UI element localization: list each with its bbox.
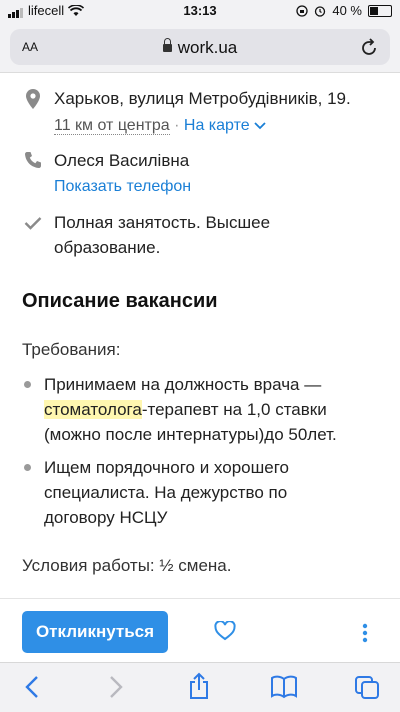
- battery-icon: [368, 4, 392, 17]
- list-item: Ищем порядочного и хорошего специалиста.…: [22, 455, 382, 530]
- checkmark-icon: [24, 217, 42, 230]
- bookmarks-icon[interactable]: [270, 675, 298, 699]
- browser-toolbar: [0, 662, 400, 712]
- status-bar: lifecell 13:13 40 %: [0, 0, 400, 22]
- work-conditions-text: Условия работы: ½ смена.: [22, 556, 232, 575]
- phone-icon: [25, 152, 41, 168]
- heart-icon[interactable]: [214, 621, 236, 641]
- address-text: Харьков, вулиця Метробудівників, 19.: [54, 89, 351, 108]
- location-pin-icon: [26, 89, 40, 109]
- distance-text: 11 км от центра: [54, 117, 170, 135]
- action-bar: Откликнуться: [0, 598, 400, 663]
- battery-percent: 40 %: [332, 3, 362, 18]
- employment-line-2: образование.: [54, 238, 161, 257]
- requirements-list: Принимаем на должность врача — стоматоло…: [22, 372, 382, 538]
- browser-address-area: AA work.ua: [0, 22, 400, 73]
- show-phone-link[interactable]: Показать телефон: [54, 174, 191, 199]
- reload-icon[interactable]: [360, 37, 378, 57]
- requirements-label: Требования:: [22, 340, 121, 359]
- tabs-icon[interactable]: [354, 675, 380, 699]
- alarm-icon: [315, 5, 326, 17]
- description-heading: Описание вакансии: [22, 290, 218, 312]
- address-bar[interactable]: AA work.ua: [10, 29, 390, 65]
- map-link[interactable]: На карте: [184, 117, 250, 134]
- lock-icon: [162, 38, 172, 52]
- employment-line-1: Полная занятость. Высшее: [54, 213, 271, 232]
- url-domain: work.ua: [177, 38, 238, 57]
- chevron-down-icon[interactable]: [254, 122, 266, 130]
- list-item: Принимаем на должность врача — стоматоло…: [22, 372, 382, 447]
- apply-button[interactable]: Откликнуться: [22, 611, 168, 653]
- contact-name: Олеся Василівна: [54, 151, 190, 170]
- forward-icon[interactable]: [108, 675, 124, 699]
- orientation-lock-icon: [296, 4, 309, 17]
- back-icon[interactable]: [24, 675, 40, 699]
- share-icon[interactable]: [187, 672, 211, 700]
- more-options-icon[interactable]: [362, 623, 368, 643]
- highlighted-keyword: стоматолога: [44, 400, 142, 419]
